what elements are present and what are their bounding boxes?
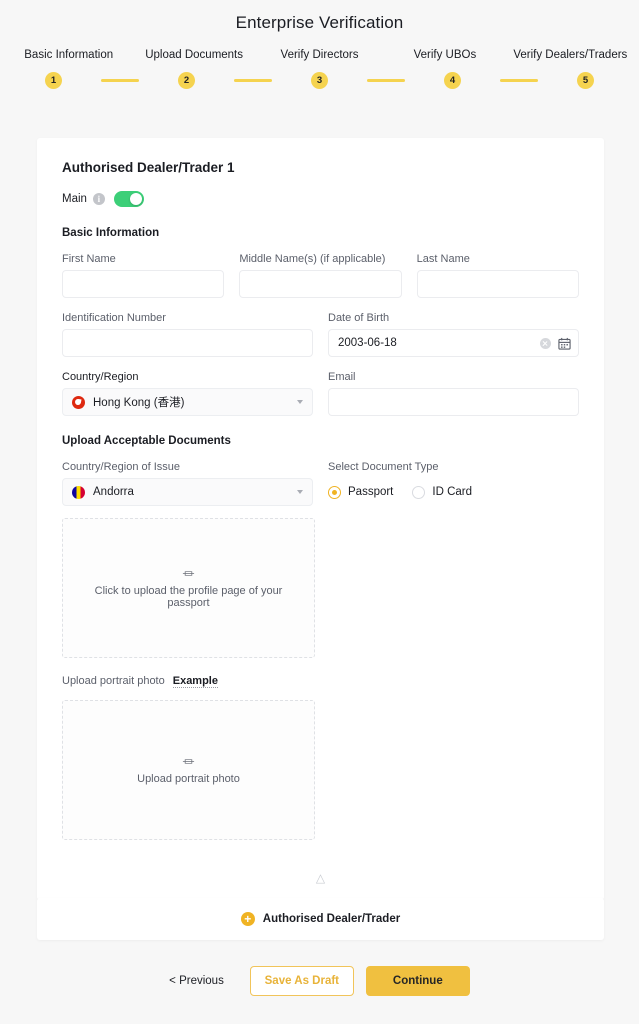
step-marker-5[interactable]: 5 <box>538 72 633 89</box>
step-connector-2 <box>234 79 272 82</box>
date-of-birth-icons <box>540 329 571 357</box>
names-row: First Name Middle Name(s) (if applicable… <box>62 253 579 298</box>
dealer-trader-card: Authorised Dealer/Trader 1 Main i Basic … <box>37 138 604 900</box>
progress-stepper: Basic Information Upload Documents Verif… <box>0 49 639 89</box>
double-chevron-up-icon: △ <box>316 872 325 884</box>
step-marker-3[interactable]: 3 <box>272 72 367 89</box>
radio-id-card-label: ID Card <box>432 486 472 498</box>
identification-number-label: Identification Number <box>62 312 313 324</box>
portrait-upload-label: Upload portrait photo <box>62 675 165 687</box>
step-connector-4 <box>500 79 538 82</box>
radio-option-passport[interactable]: Passport <box>328 486 393 499</box>
portrait-upload-dropzone[interactable]: ⏛ Upload portrait photo <box>62 700 315 840</box>
radio-id-card-icon <box>412 486 425 499</box>
passport-upload-text: Click to upload the profile page of your… <box>63 585 314 609</box>
upload-icon: ⏛ <box>182 568 194 580</box>
email-group: Email <box>328 371 579 416</box>
date-of-birth-label: Date of Birth <box>328 312 579 324</box>
step-label-basic-information[interactable]: Basic Information <box>6 49 131 61</box>
info-icon[interactable]: i <box>93 193 105 205</box>
add-authorised-dealer-trader-label: Authorised Dealer/Trader <box>263 913 400 925</box>
portrait-upload-text: Upload portrait photo <box>127 773 250 785</box>
stepper-labels: Basic Information Upload Documents Verif… <box>6 49 633 61</box>
last-name-input[interactable] <box>417 270 579 298</box>
middle-name-input[interactable] <box>239 270 401 298</box>
country-region-label: Country/Region <box>62 371 313 383</box>
country-region-select[interactable]: Hong Kong (香港) <box>62 388 313 416</box>
date-of-birth-group: Date of Birth <box>328 312 579 357</box>
step-number-1: 1 <box>45 72 62 89</box>
radio-option-id-card[interactable]: ID Card <box>412 486 472 499</box>
identification-number-group: Identification Number <box>62 312 313 357</box>
plus-circle-icon: + <box>241 912 255 926</box>
middle-name-group: Middle Name(s) (if applicable) <box>239 253 401 298</box>
identification-number-input[interactable] <box>62 329 313 357</box>
email-input[interactable] <box>328 388 579 416</box>
calendar-icon[interactable] <box>558 337 571 350</box>
step-label-verify-directors[interactable]: Verify Directors <box>257 49 382 61</box>
identification-row: Identification Number Date of Birth <box>62 312 579 357</box>
step-number-2: 2 <box>178 72 195 89</box>
country-email-row: Country/Region Hong Kong (香港) Email <box>62 371 579 416</box>
save-as-draft-button[interactable]: Save As Draft <box>250 966 354 996</box>
main-toggle[interactable] <box>114 191 144 207</box>
email-label: Email <box>328 371 579 383</box>
step-connector-1 <box>101 79 139 82</box>
chevron-down-icon <box>297 400 303 404</box>
radio-passport-icon <box>328 486 341 499</box>
flag-hong-kong-icon <box>72 396 85 409</box>
country-of-issue-select[interactable]: Andorra <box>62 478 313 506</box>
issue-doctype-row: Country/Region of Issue Andorra Select D… <box>62 461 579 506</box>
step-number-3: 3 <box>311 72 328 89</box>
step-connector-3 <box>367 79 405 82</box>
middle-name-label: Middle Name(s) (if applicable) <box>239 253 401 265</box>
document-type-group: Select Document Type Passport ID Card <box>328 461 579 506</box>
section-title-upload-documents: Upload Acceptable Documents <box>62 435 579 447</box>
page-title: Enterprise Verification <box>0 0 639 33</box>
footer-actions: < Previous Save As Draft Continue <box>0 966 639 996</box>
collapse-card-button[interactable]: △ <box>62 856 579 900</box>
country-of-issue-group: Country/Region of Issue Andorra <box>62 461 313 506</box>
step-marker-4[interactable]: 4 <box>405 72 500 89</box>
date-of-birth-field <box>328 329 579 357</box>
enterprise-verification-page: Enterprise Verification Basic Informatio… <box>0 0 639 1024</box>
portrait-example-link[interactable]: Example <box>173 675 218 688</box>
last-name-group: Last Name <box>417 253 579 298</box>
step-number-5: 5 <box>577 72 594 89</box>
first-name-label: First Name <box>62 253 224 265</box>
toggle-knob <box>130 193 142 205</box>
portrait-upload-header: Upload portrait photo Example <box>62 675 579 688</box>
first-name-input[interactable] <box>62 270 224 298</box>
continue-button[interactable]: Continue <box>366 966 470 996</box>
clear-circle-icon[interactable] <box>540 338 551 349</box>
stepper-markers: 1 2 3 4 5 <box>6 72 633 89</box>
step-marker-2[interactable]: 2 <box>139 72 234 89</box>
country-of-issue-value: Andorra <box>93 486 134 498</box>
document-type-label: Select Document Type <box>328 461 579 473</box>
country-of-issue-label: Country/Region of Issue <box>62 461 313 473</box>
first-name-group: First Name <box>62 253 224 298</box>
step-marker-1[interactable]: 1 <box>6 72 101 89</box>
section-title-basic-information: Basic Information <box>62 227 579 239</box>
radio-passport-label: Passport <box>348 486 393 498</box>
last-name-label: Last Name <box>417 253 579 265</box>
step-label-verify-ubos[interactable]: Verify UBOs <box>382 49 507 61</box>
upload-icon: ⏛ <box>182 756 194 768</box>
add-authorised-dealer-trader-button[interactable]: + Authorised Dealer/Trader <box>37 898 604 940</box>
step-label-upload-documents[interactable]: Upload Documents <box>131 49 256 61</box>
card-title: Authorised Dealer/Trader 1 <box>62 160 579 175</box>
main-toggle-row: Main i <box>62 190 579 208</box>
previous-link[interactable]: < Previous <box>169 975 224 987</box>
country-region-value: Hong Kong (香港) <box>93 394 184 410</box>
step-number-4: 4 <box>444 72 461 89</box>
step-label-verify-dealers-traders[interactable]: Verify Dealers/Traders <box>508 49 633 61</box>
main-label: Main <box>62 193 87 205</box>
passport-upload-dropzone[interactable]: ⏛ Click to upload the profile page of yo… <box>62 518 315 658</box>
document-type-radios: Passport ID Card <box>328 478 579 506</box>
country-region-group: Country/Region Hong Kong (香港) <box>62 371 313 416</box>
flag-andorra-icon <box>72 486 85 499</box>
chevron-down-icon <box>297 490 303 494</box>
